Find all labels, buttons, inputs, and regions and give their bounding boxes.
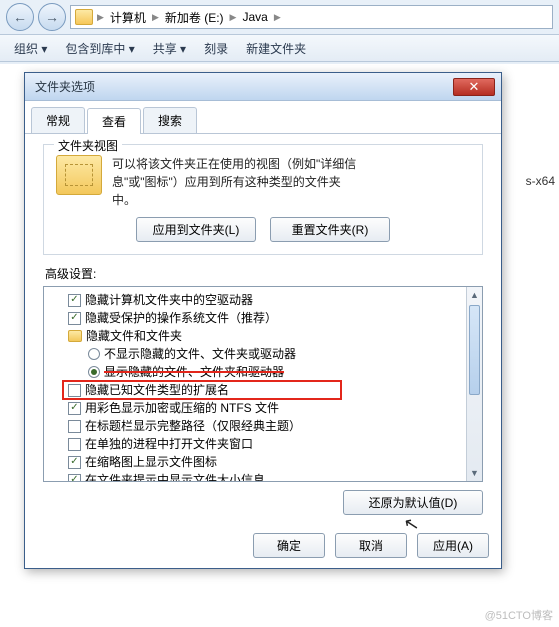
tree-item[interactable]: 隐藏已知文件类型的扩展名 [44, 381, 482, 399]
apply-button[interactable]: 应用(A) [417, 533, 489, 558]
ok-button[interactable]: 确定 [253, 533, 325, 558]
tree-item-label: 在单独的进程中打开文件夹窗口 [85, 436, 253, 452]
advanced-settings-label: 高级设置: [45, 265, 483, 282]
folder-view-icon [56, 155, 102, 195]
tree-item[interactable]: 隐藏文件和文件夹 [44, 327, 482, 345]
checkbox[interactable] [68, 402, 81, 415]
toolbar-item[interactable]: 共享 ▾ [153, 40, 186, 57]
radio[interactable] [88, 366, 100, 378]
tree-item[interactable]: 在缩略图上显示文件图标 [44, 453, 482, 471]
dialog-titlebar[interactable]: 文件夹选项 ✕ [25, 73, 501, 101]
view-panel: 文件夹视图 可以将该文件夹正在使用的视图（例如"详细信 息"或"图标"）应用到所… [25, 134, 501, 527]
scroll-down-icon[interactable]: ▼ [467, 465, 482, 481]
group-title: 文件夹视图 [54, 137, 122, 154]
address-bar[interactable]: ▶ 计算机 ▶ 新加卷 (E:) ▶ Java ▶ [70, 5, 553, 29]
tree-item[interactable]: 显示隐藏的文件、文件夹和驱动器 [44, 363, 482, 381]
advanced-settings-tree[interactable]: 隐藏计算机文件夹中的空驱动器隐藏受保护的操作系统文件（推荐） 隐藏文件和文件夹不显… [43, 286, 483, 482]
folder-options-dialog: 文件夹选项 ✕ 常规 查看 搜索 文件夹视图 可以将该文件夹正在使用的视图（例如… [24, 72, 502, 569]
checkbox[interactable] [68, 312, 81, 325]
tree-item[interactable]: 在标题栏显示完整路径（仅限经典主题） [44, 417, 482, 435]
nav-forward-button[interactable]: → [38, 3, 66, 31]
explorer-toolbar: 组织 ▾ 包含到库中 ▾ 共享 ▾ 刻录 新建文件夹 [0, 34, 559, 62]
checkbox[interactable] [68, 474, 81, 483]
chevron-right-icon: ▶ [97, 12, 104, 23]
folder-icon [68, 330, 82, 342]
nav-back-button[interactable]: ← [6, 3, 34, 31]
toolbar-item[interactable]: 包含到库中 ▾ [65, 40, 134, 57]
toolbar-item[interactable]: 刻录 [204, 40, 228, 57]
tree-item-label: 在标题栏显示完整路径（仅限经典主题） [85, 418, 301, 434]
dialog-title: 文件夹选项 [35, 78, 95, 95]
watermark: @51CTO博客 [485, 607, 553, 623]
tree-item[interactable]: 在文件夹提示中显示文件大小信息 [44, 471, 482, 482]
tree-item-label: 显示隐藏的文件、文件夹和驱动器 [104, 364, 284, 380]
list-item[interactable]: s-x64 [526, 174, 555, 188]
tab-view[interactable]: 查看 [87, 108, 141, 134]
nav-row: ← → ▶ 计算机 ▶ 新加卷 (E:) ▶ Java ▶ [0, 0, 559, 34]
close-button[interactable]: ✕ [453, 78, 495, 96]
tree-item-label: 隐藏计算机文件夹中的空驱动器 [85, 292, 253, 308]
tree-item-label: 隐藏文件和文件夹 [86, 328, 182, 344]
tree-item-label: 隐藏已知文件类型的扩展名 [85, 382, 229, 398]
tree-item[interactable]: 隐藏受保护的操作系统文件（推荐） [44, 309, 482, 327]
checkbox[interactable] [68, 384, 81, 397]
toolbar-item[interactable]: 组织 ▾ [14, 40, 47, 57]
toolbar-item[interactable]: 新建文件夹 [246, 40, 306, 57]
tab-search[interactable]: 搜索 [143, 107, 197, 133]
restore-defaults-button[interactable]: 还原为默认值(D) [343, 490, 483, 515]
chevron-right-icon: ▶ [152, 12, 159, 23]
scrollbar[interactable]: ▲ ▼ [466, 287, 482, 481]
tree-item[interactable]: 隐藏计算机文件夹中的空驱动器 [44, 291, 482, 309]
checkbox[interactable] [68, 294, 81, 307]
breadcrumb[interactable]: 计算机 [108, 9, 148, 26]
scroll-up-icon[interactable]: ▲ [467, 287, 482, 303]
tree-item-label: 隐藏受保护的操作系统文件（推荐） [85, 310, 277, 326]
scroll-thumb[interactable] [469, 305, 480, 395]
chevron-right-icon: ▶ [274, 12, 281, 23]
checkbox[interactable] [68, 438, 81, 451]
breadcrumb[interactable]: Java [240, 10, 269, 24]
checkbox[interactable] [68, 456, 81, 469]
view-description: 可以将该文件夹正在使用的视图（例如"详细信 息"或"图标"）应用到所有这种类型的… [112, 155, 356, 209]
close-icon: ✕ [469, 80, 480, 93]
cancel-button[interactable]: 取消 [335, 533, 407, 558]
tree-item-label: 在文件夹提示中显示文件大小信息 [85, 472, 265, 482]
tree-item[interactable]: 在单独的进程中打开文件夹窗口 [44, 435, 482, 453]
checkbox[interactable] [68, 420, 81, 433]
tabs-row: 常规 查看 搜索 [25, 101, 501, 134]
apply-to-folders-button[interactable]: 应用到文件夹(L) [136, 217, 256, 242]
tree-item-label: 用彩色显示加密或压缩的 NTFS 文件 [85, 400, 279, 416]
tree-item-label: 在缩略图上显示文件图标 [85, 454, 217, 470]
tree-item[interactable]: 不显示隐藏的文件、文件夹或驱动器 [44, 345, 482, 363]
tree-item-label: 不显示隐藏的文件、文件夹或驱动器 [104, 346, 296, 362]
folder-icon [75, 9, 93, 25]
tab-general[interactable]: 常规 [31, 107, 85, 133]
reset-folders-button[interactable]: 重置文件夹(R) [270, 217, 390, 242]
folder-view-group: 文件夹视图 可以将该文件夹正在使用的视图（例如"详细信 息"或"图标"）应用到所… [43, 144, 483, 255]
dialog-button-row: 确定 取消 应用(A) [25, 527, 501, 568]
tree-item[interactable]: 用彩色显示加密或压缩的 NTFS 文件 [44, 399, 482, 417]
chevron-right-icon: ▶ [230, 12, 237, 23]
radio[interactable] [88, 348, 100, 360]
breadcrumb[interactable]: 新加卷 (E:) [163, 9, 226, 26]
